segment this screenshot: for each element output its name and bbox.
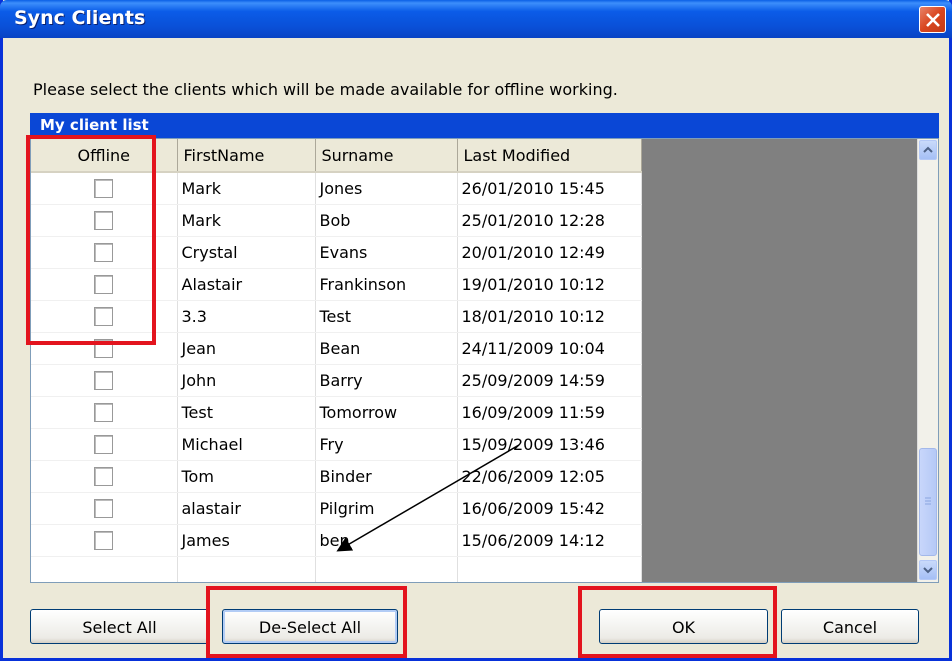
sync-clients-dialog: Sync Clients Please select the clients w… bbox=[0, 0, 952, 661]
annotation-arrow bbox=[336, 444, 520, 552]
